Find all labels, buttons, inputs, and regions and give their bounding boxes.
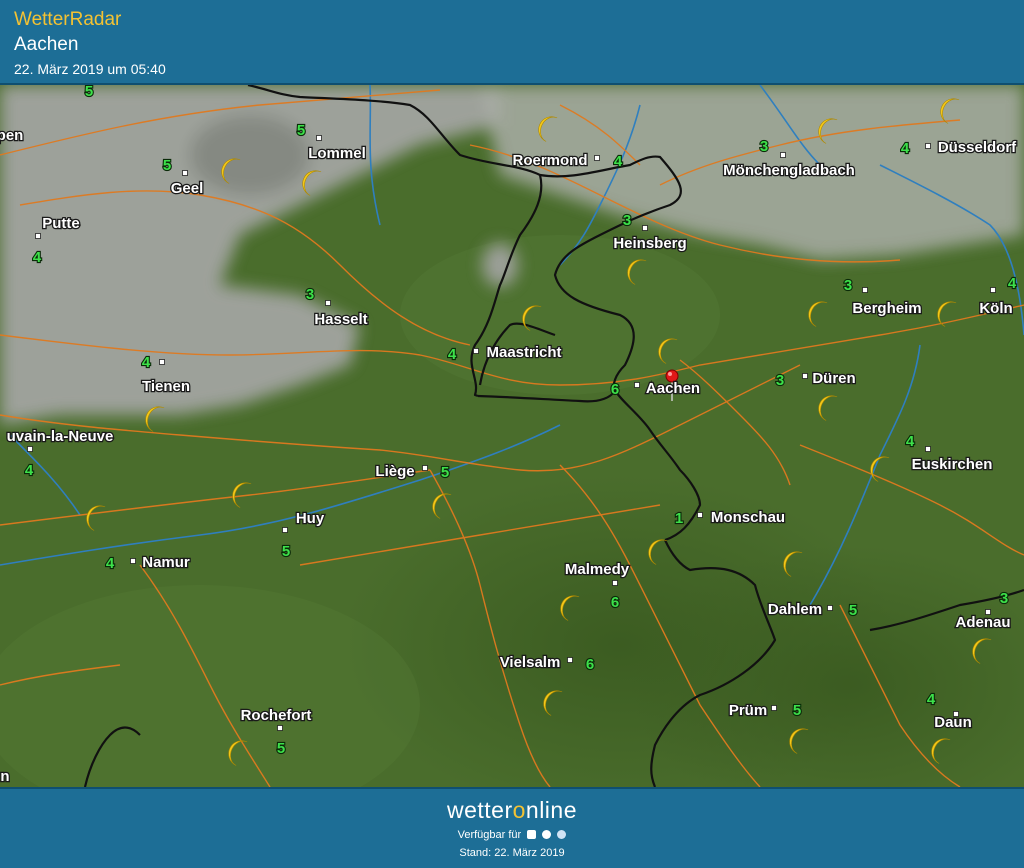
temperature-label: 3 <box>623 212 631 229</box>
city-dot <box>827 605 833 611</box>
temperature-label: 3 <box>776 372 784 389</box>
city-dot <box>159 359 165 365</box>
temperature-label: 3 <box>1000 590 1008 607</box>
temperature-label: 4 <box>25 462 34 479</box>
stand-date: Stand: 22. März 2019 <box>459 847 565 859</box>
city-dot <box>771 705 777 711</box>
timestamp: 22. März 2019 um 05:40 <box>14 61 166 77</box>
city-label[interactable]: pen <box>0 126 25 146</box>
temperature-label: 5 <box>441 464 449 481</box>
temperature-label: 5 <box>793 702 801 719</box>
temperature-label: 3 <box>306 286 314 303</box>
temperature-label: 4 <box>614 153 623 170</box>
city-dot <box>325 300 331 306</box>
city-label[interactable]: Putte <box>41 214 81 234</box>
city-label[interactable]: Vielsalm <box>498 653 561 673</box>
city-dot <box>282 527 288 533</box>
weather-map[interactable]: Lommel 5 Roermond 4 Mönchengladbach 3 Düsseldo… <box>0 85 1024 787</box>
android-icon[interactable] <box>527 830 537 839</box>
app-footer: wetteronline Verfügbar für Stand: 22. Mä… <box>0 787 1024 868</box>
temperature-label: 3 <box>844 277 852 294</box>
location-name: Aachen <box>14 34 79 55</box>
city-dot <box>925 446 931 452</box>
map-canvas: Lommel5Roermond 4Mönchengladbach3 Düsseldo… <box>0 85 1024 787</box>
temperature-label: 3 <box>760 138 768 155</box>
temperature-label: 6 <box>586 656 594 673</box>
city-dot <box>642 225 648 231</box>
city-label[interactable]: Rochefort <box>239 706 312 726</box>
city-dot <box>925 143 931 149</box>
city-label[interactable]: Liège <box>374 462 416 482</box>
city-label[interactable]: Düsseldorf <box>937 138 1019 158</box>
brand-prefix: wetter <box>446 797 513 823</box>
temperature-label: 5 <box>297 122 305 139</box>
city-dot <box>35 233 41 239</box>
temperature-label: 4 <box>927 691 936 708</box>
temperature-label: 5 <box>849 602 857 619</box>
apple-icon[interactable] <box>542 830 552 839</box>
city-dot <box>612 580 618 586</box>
availability-text: Verfügbar für <box>457 829 522 841</box>
city-dot <box>697 512 703 518</box>
city-dot <box>862 287 868 293</box>
city-dot <box>990 287 996 293</box>
temperature-label: 4 <box>106 555 115 572</box>
city-dot <box>316 135 322 141</box>
brand-logo[interactable]: wetteronline <box>0 797 1024 824</box>
city-dot <box>594 155 600 161</box>
temperature-label: 4 <box>1008 275 1017 292</box>
city-label[interactable]: Tienen <box>141 377 192 397</box>
availability-line: Verfügbar für <box>0 829 1024 841</box>
temperature-label: 4 <box>33 249 42 266</box>
city-label[interactable]: uvain-la-Neuve <box>5 427 114 447</box>
city-label[interactable]: Köln <box>978 299 1014 319</box>
brand-o: o <box>512 797 526 823</box>
temperature-label: 5 <box>85 85 93 100</box>
city-dot <box>634 382 640 388</box>
city-dot <box>780 152 786 158</box>
city-label[interactable]: Euskirchen <box>910 455 993 475</box>
app-header: WetterRadar Aachen 22. März 2019 um 05:4… <box>0 0 1024 85</box>
temperature-label: 4 <box>906 433 915 450</box>
city-label[interactable]: Prüm <box>728 701 769 721</box>
temperature-label: 4 <box>142 354 151 371</box>
temperature-label: 4 <box>901 140 910 157</box>
city-label[interactable]: Düren <box>811 369 857 389</box>
city-dot <box>277 725 283 731</box>
city-label[interactable]: Geel <box>169 179 204 199</box>
city-label[interactable]: Aachen <box>645 379 702 399</box>
city-label[interactable]: Maastricht <box>485 343 563 363</box>
web-icon[interactable] <box>557 830 567 839</box>
city-label[interactable]: n <box>0 767 11 787</box>
city-dot <box>473 348 479 354</box>
city-label[interactable]: Adenau <box>954 613 1012 633</box>
app-title: WetterRadar <box>14 9 122 30</box>
city-label[interactable]: Hasselt <box>313 310 369 330</box>
temperature-label: 6 <box>611 381 619 398</box>
temperature-label: 5 <box>277 740 285 757</box>
city-label[interactable]: Malmedy <box>564 560 631 580</box>
city-dot <box>422 465 428 471</box>
temperature-label: 6 <box>611 594 619 611</box>
temperature-label: 5 <box>163 157 171 174</box>
temperature-label: 4 <box>448 346 457 363</box>
city-label[interactable]: Dahlem <box>767 600 824 620</box>
city-label[interactable]: Monschau <box>710 508 787 528</box>
city-label[interactable]: Heinsberg <box>612 234 688 254</box>
brand-suffix: nline <box>525 797 578 823</box>
city-dot <box>567 657 573 663</box>
city-label[interactable]: Bergheim <box>851 299 923 319</box>
city-dot <box>182 170 188 176</box>
temperature-label: 5 <box>282 543 290 560</box>
city-label[interactable]: Lommel <box>307 144 367 164</box>
city-label[interactable]: Namur <box>141 553 191 573</box>
city-label[interactable]: Daun <box>933 713 973 733</box>
city-label[interactable]: Roermond <box>511 151 589 171</box>
city-label[interactable]: Mönchengladbach <box>722 161 856 181</box>
city-label[interactable]: Huy <box>295 509 327 529</box>
city-dot <box>27 446 33 452</box>
city-dot <box>802 373 808 379</box>
city-dot <box>130 558 136 564</box>
temperature-label: 1 <box>675 510 683 527</box>
